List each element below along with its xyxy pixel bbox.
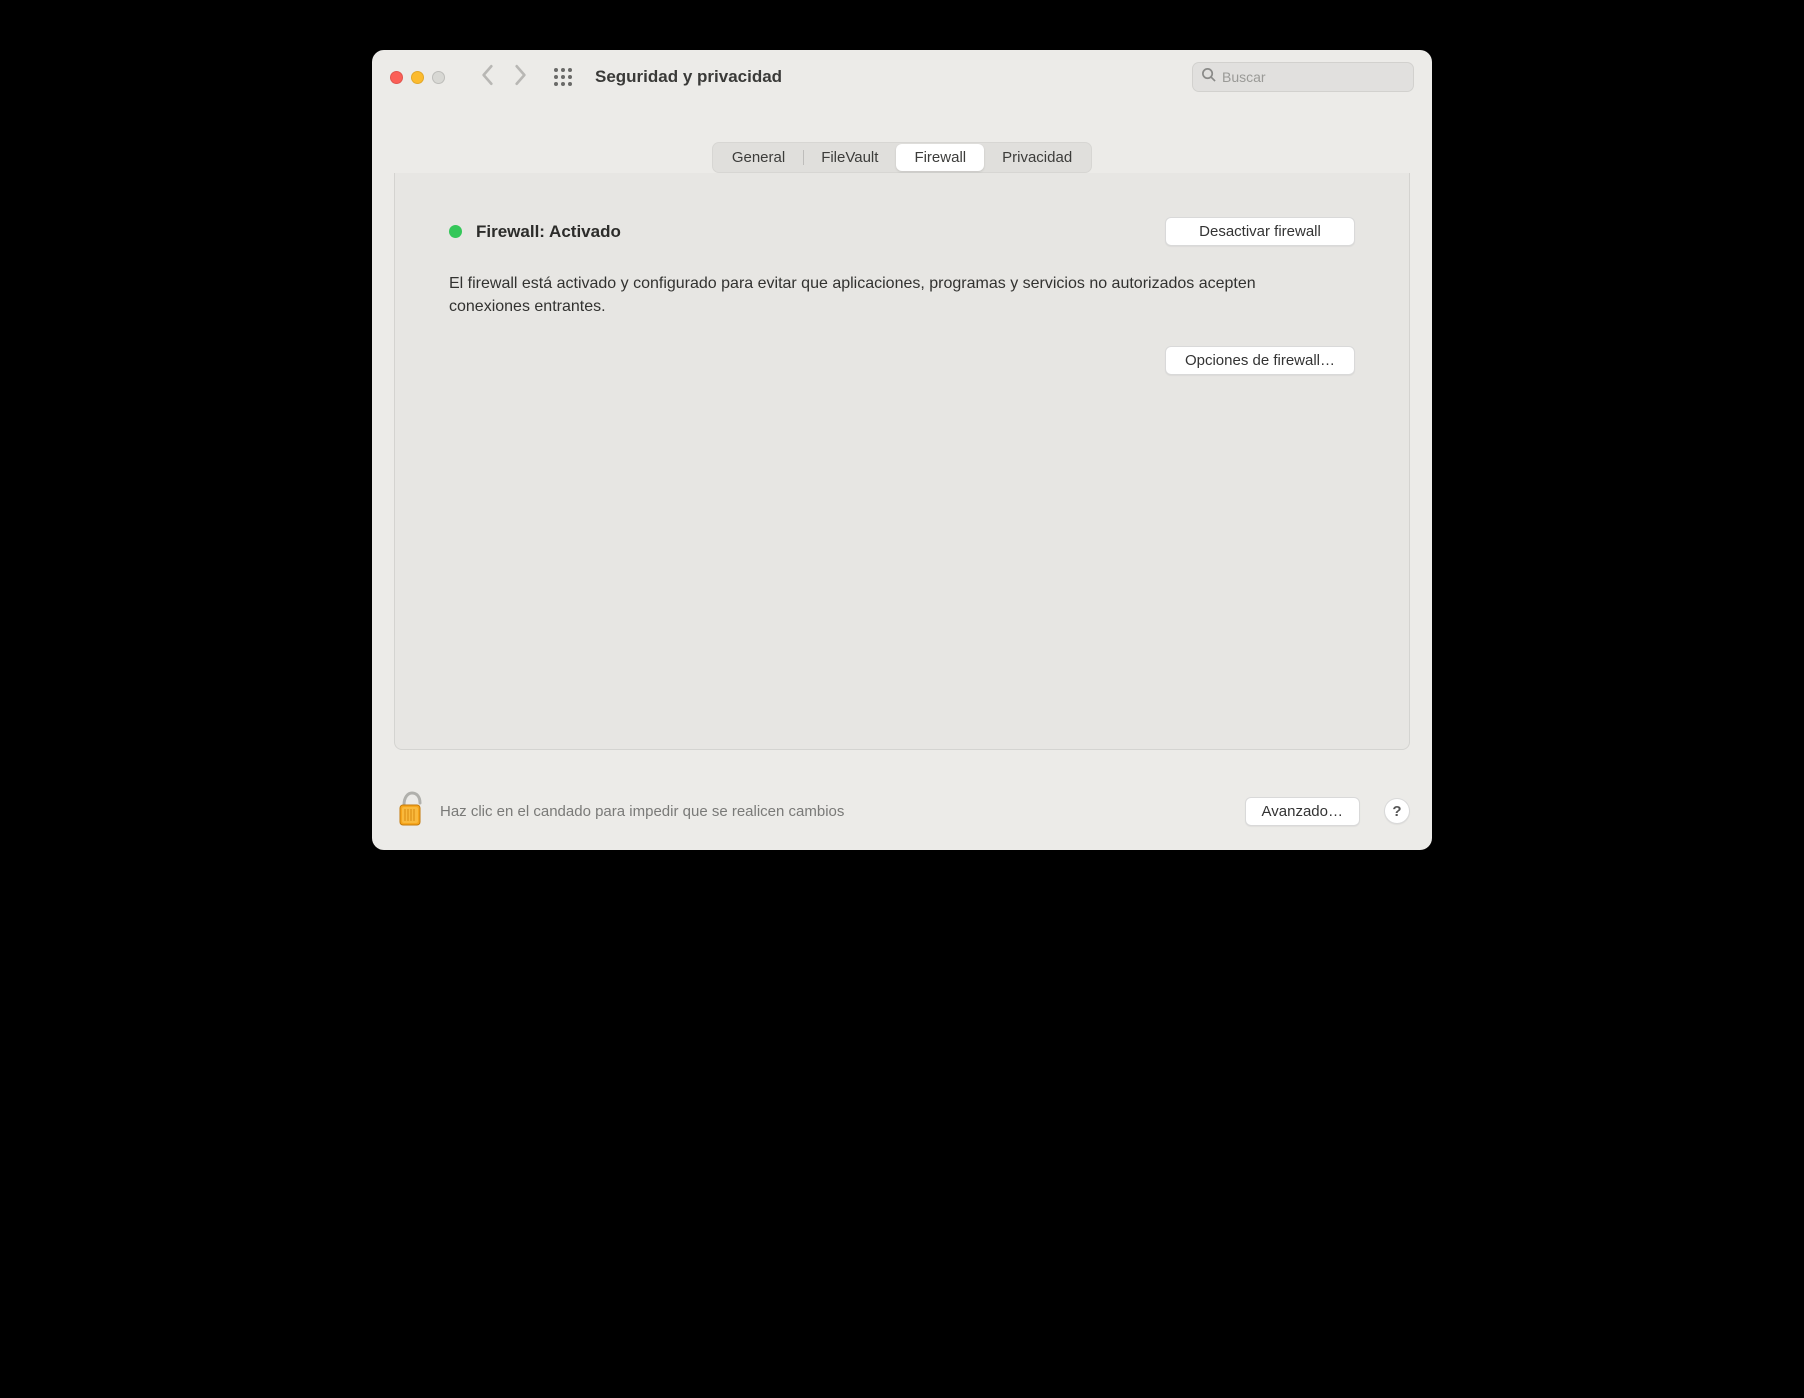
footer: Haz clic en el candado para impedir que … xyxy=(372,772,1432,850)
toolbar-nav xyxy=(481,64,527,91)
advanced-button[interactable]: Avanzado… xyxy=(1245,797,1360,826)
traffic-lights xyxy=(390,71,445,84)
search-icon xyxy=(1201,67,1216,87)
disable-firewall-button[interactable]: Desactivar firewall xyxy=(1165,217,1355,246)
show-all-button[interactable] xyxy=(553,67,573,87)
tab-privacy[interactable]: Privacidad xyxy=(984,144,1090,171)
window-title: Seguridad y privacidad xyxy=(595,67,782,87)
firewall-status: Firewall: Activado xyxy=(449,222,621,242)
firewall-description: El firewall está activado y configurado … xyxy=(449,272,1329,318)
preferences-window: Seguridad y privacidad General FileVault… xyxy=(372,50,1432,850)
close-window-button[interactable] xyxy=(390,71,403,84)
status-indicator-dot xyxy=(449,225,462,238)
segmented-control: General FileVault Firewall Privacidad xyxy=(712,142,1092,173)
firewall-options-button[interactable]: Opciones de firewall… xyxy=(1165,346,1355,375)
search-field[interactable] xyxy=(1192,62,1414,92)
forward-button xyxy=(513,64,527,91)
tab-filevault[interactable]: FileVault xyxy=(803,144,896,171)
firewall-status-row: Firewall: Activado Desactivar firewall xyxy=(449,217,1355,246)
minimize-window-button[interactable] xyxy=(411,71,424,84)
search-input[interactable] xyxy=(1222,69,1405,85)
tab-firewall[interactable]: Firewall xyxy=(896,144,984,171)
tab-general[interactable]: General xyxy=(714,144,803,171)
toolbar: Seguridad y privacidad xyxy=(372,50,1432,104)
help-button[interactable]: ? xyxy=(1384,798,1410,824)
lock-hint-text: Haz clic en el candado para impedir que … xyxy=(440,803,844,820)
firewall-pane: Firewall: Activado Desactivar firewall E… xyxy=(394,173,1410,750)
tabbar: General FileVault Firewall Privacidad xyxy=(372,104,1432,173)
lock-icon[interactable] xyxy=(394,789,426,834)
back-button[interactable] xyxy=(481,64,495,91)
zoom-window-button xyxy=(432,71,445,84)
firewall-status-label: Firewall: Activado xyxy=(476,222,621,242)
